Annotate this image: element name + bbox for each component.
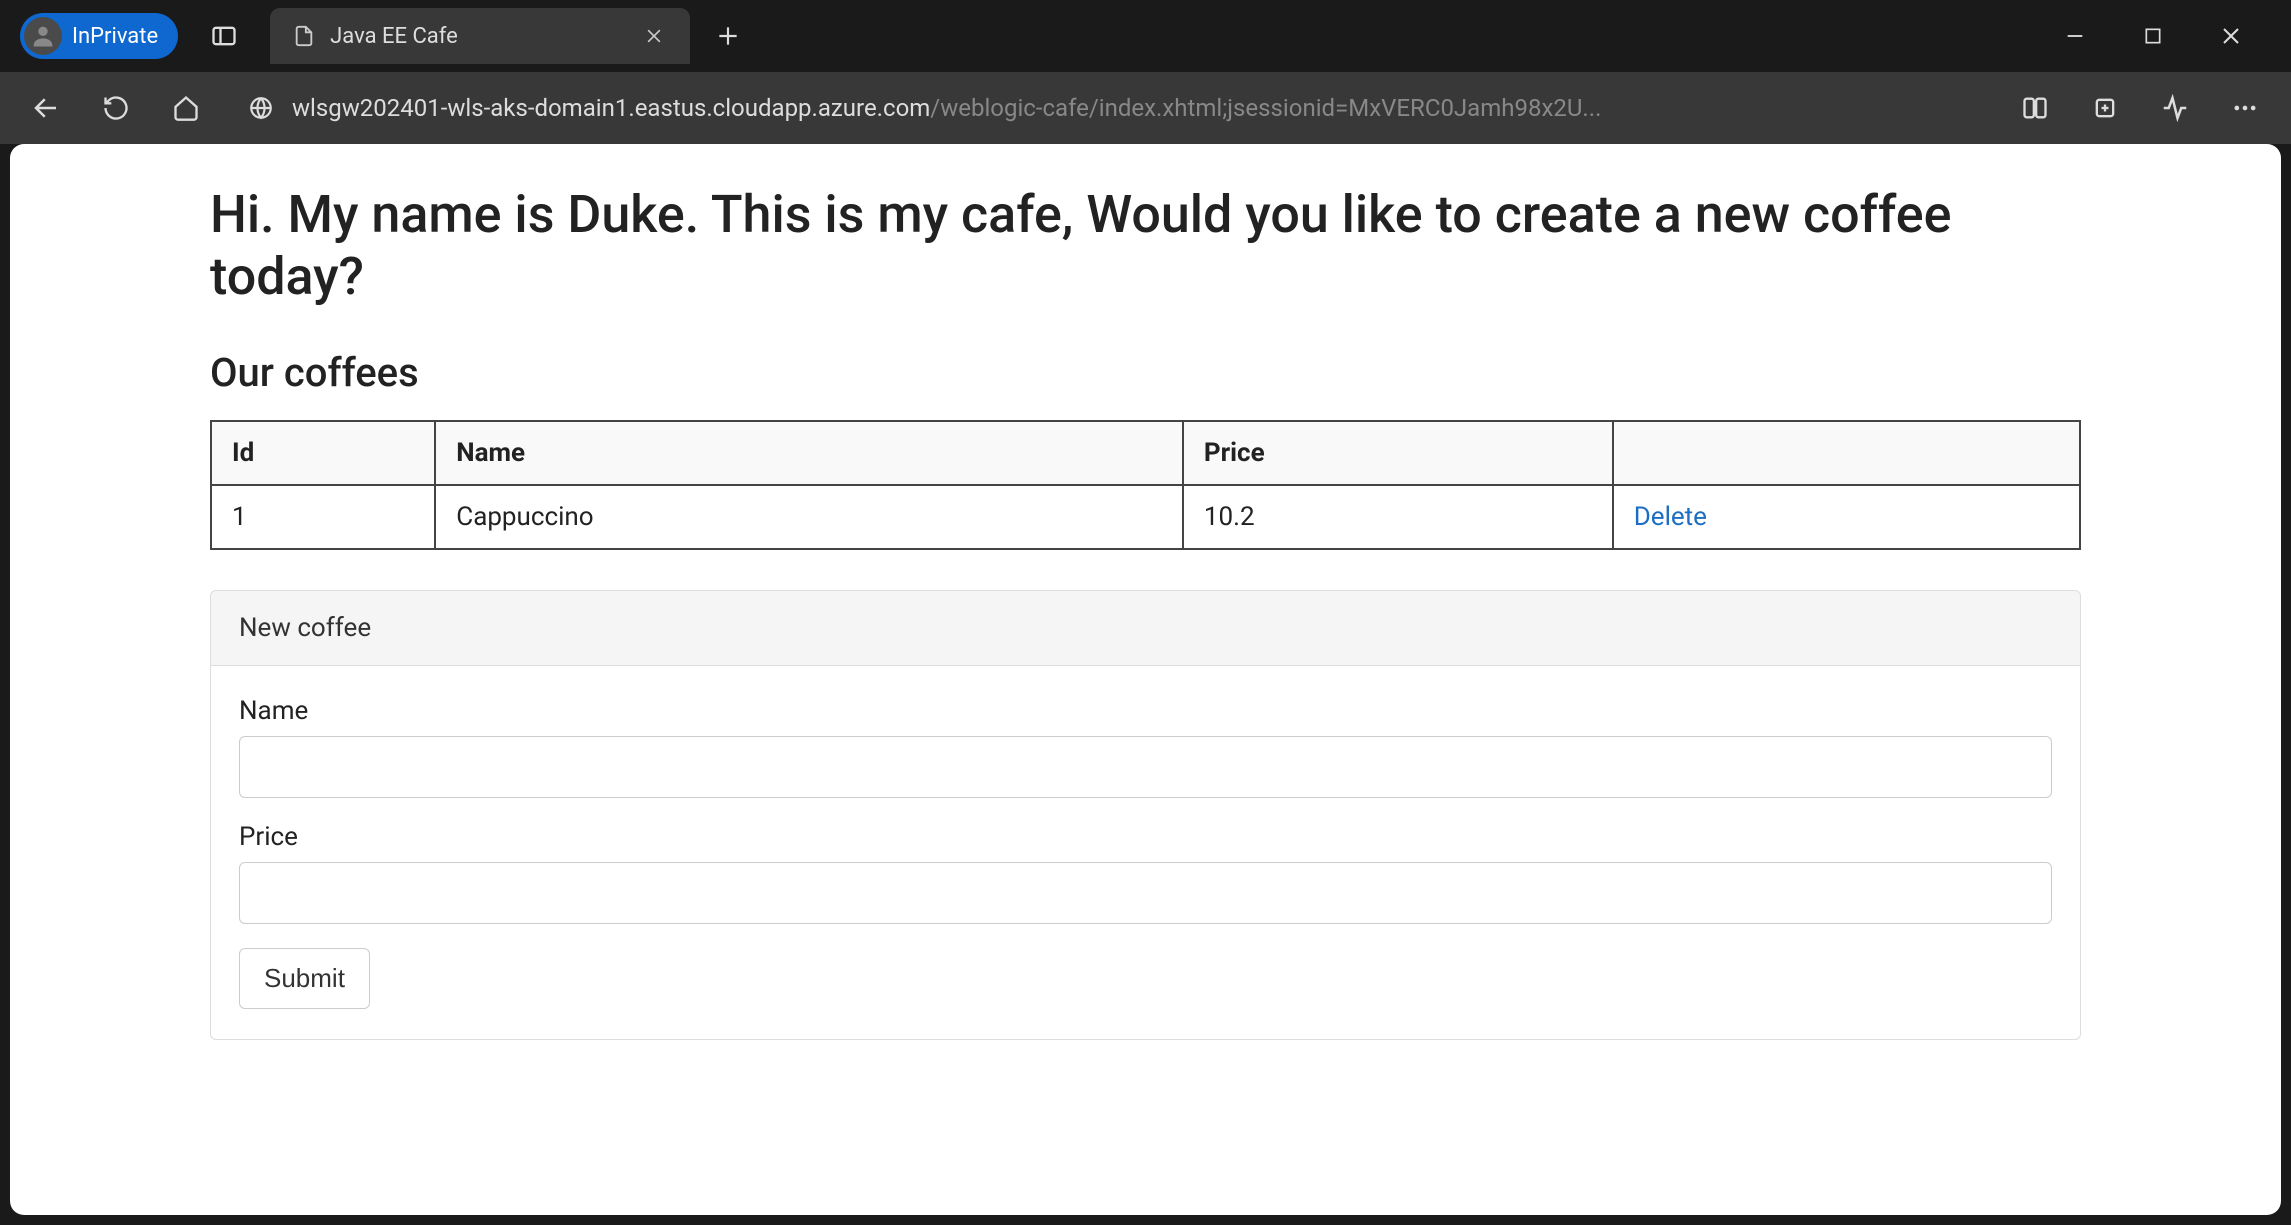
- table-header-row: Id Name Price: [211, 421, 2080, 485]
- address-bar[interactable]: wlsgw202401-wls-aks-domain1.eastus.cloud…: [236, 84, 1985, 132]
- close-window-button[interactable]: [2211, 16, 2251, 56]
- close-tab-icon[interactable]: [640, 22, 668, 50]
- page-heading: Hi. My name is Duke. This is my cafe, Wo…: [210, 184, 2081, 309]
- browser-window: InPrivate Java EE Cafe: [0, 0, 2291, 1225]
- collections-icon[interactable]: [2085, 88, 2125, 128]
- col-price: Price: [1183, 421, 1613, 485]
- col-name: Name: [435, 421, 1183, 485]
- url-path: /weblogic-cafe/index.xhtml;jsessionid=Mx…: [930, 94, 1601, 122]
- panel-body: Name Price Submit: [211, 666, 2080, 1039]
- tab-actions-icon[interactable]: [206, 18, 242, 54]
- inprivate-label: InPrivate: [72, 24, 158, 49]
- inprivate-badge[interactable]: InPrivate: [20, 13, 178, 59]
- cell-action: Delete: [1613, 485, 2080, 549]
- panel-title: New coffee: [211, 591, 2080, 666]
- split-screen-icon[interactable]: [2015, 88, 2055, 128]
- cell-price: 10.2: [1183, 485, 1613, 549]
- price-input[interactable]: [239, 862, 2052, 924]
- submit-button[interactable]: Submit: [239, 948, 370, 1009]
- tabs: Java EE Cafe: [270, 0, 748, 72]
- name-input[interactable]: [239, 736, 2052, 798]
- url-text: wlsgw202401-wls-aks-domain1.eastus.cloud…: [292, 94, 1601, 122]
- name-label: Name: [239, 696, 2052, 726]
- delete-link[interactable]: Delete: [1634, 502, 1707, 532]
- form-group-price: Price: [239, 822, 2052, 924]
- url-host: wlsgw202401-wls-aks-domain1.eastus.cloud…: [292, 94, 930, 122]
- maximize-button[interactable]: [2133, 16, 2173, 56]
- coffee-table: Id Name Price 1 Cappuccino 10.2 Delete: [210, 420, 2081, 550]
- col-action: [1613, 421, 2080, 485]
- price-label: Price: [239, 822, 2052, 852]
- col-id: Id: [211, 421, 435, 485]
- more-menu-icon[interactable]: [2225, 88, 2265, 128]
- toolbar: wlsgw202401-wls-aks-domain1.eastus.cloud…: [0, 72, 2291, 144]
- refresh-button[interactable]: [96, 88, 136, 128]
- page-icon: [292, 24, 316, 48]
- title-bar: InPrivate Java EE Cafe: [0, 0, 2291, 72]
- site-info-icon[interactable]: [246, 93, 276, 123]
- home-button[interactable]: [166, 88, 206, 128]
- tab-title: Java EE Cafe: [330, 24, 626, 49]
- toolbar-right: [2015, 88, 2265, 128]
- window-controls: [2055, 16, 2271, 56]
- cell-id: 1: [211, 485, 435, 549]
- page-viewport: Hi. My name is Duke. This is my cafe, Wo…: [10, 144, 2281, 1215]
- form-group-name: Name: [239, 696, 2052, 798]
- back-button[interactable]: [26, 88, 66, 128]
- cell-name: Cappuccino: [435, 485, 1183, 549]
- tab-java-ee-cafe[interactable]: Java EE Cafe: [270, 8, 690, 64]
- page-subheading: Our coffees: [210, 349, 2081, 396]
- inprivate-avatar-icon: [24, 17, 62, 55]
- performance-icon[interactable]: [2155, 88, 2195, 128]
- new-tab-button[interactable]: [708, 16, 748, 56]
- new-coffee-panel: New coffee Name Price Submit: [210, 590, 2081, 1040]
- minimize-button[interactable]: [2055, 16, 2095, 56]
- table-row: 1 Cappuccino 10.2 Delete: [211, 485, 2080, 549]
